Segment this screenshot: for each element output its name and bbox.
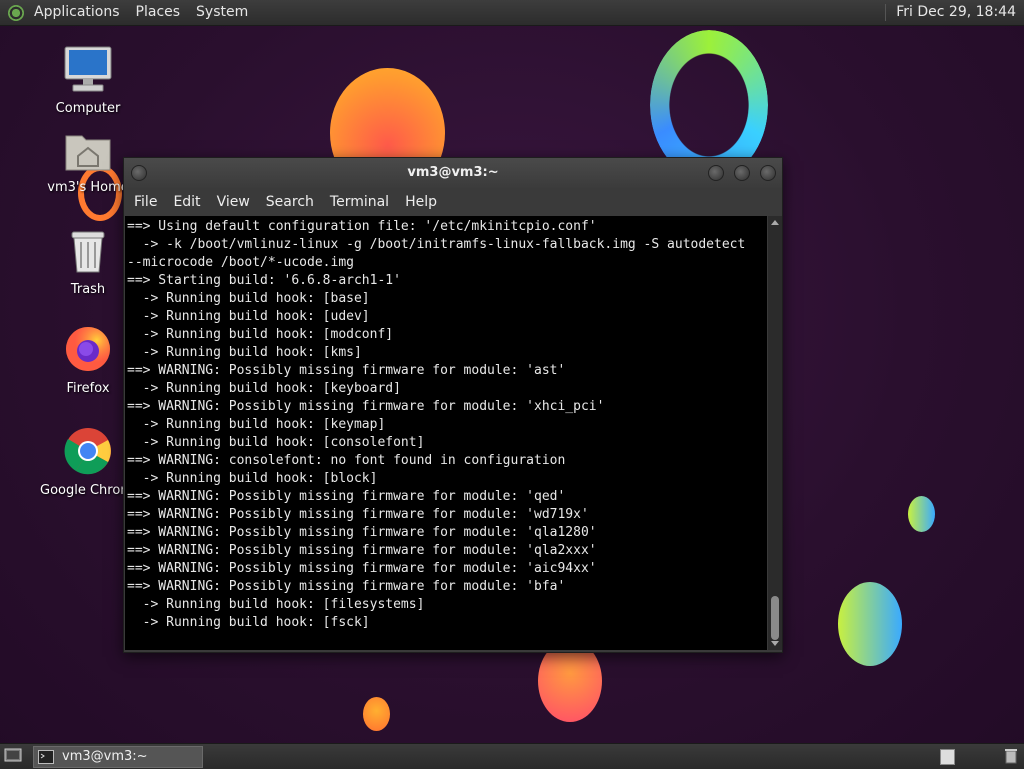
- menu-file[interactable]: File: [128, 194, 163, 210]
- trash-icon: [71, 231, 105, 273]
- desktop-icon-label: Computer: [55, 101, 121, 116]
- menu-search[interactable]: Search: [260, 194, 320, 210]
- terminal-line: ==> WARNING: Possibly missing firmware f…: [127, 399, 605, 414]
- wallpaper-green-blue-orb-small: [908, 496, 935, 532]
- top-panel: Applications Places System Fri Dec 29, 1…: [0, 0, 1024, 26]
- menu-help[interactable]: Help: [399, 194, 443, 210]
- menu-terminal[interactable]: Terminal: [324, 194, 395, 210]
- wallpaper-green-blue-orb: [838, 582, 902, 666]
- desktop-icon-chrome[interactable]: Google Chrome: [40, 427, 141, 498]
- desktop-icon-firefox[interactable]: Firefox: [40, 325, 136, 396]
- desktop-icon-home[interactable]: vm3's Home: [40, 128, 136, 195]
- scroll-down-icon[interactable]: [771, 641, 779, 646]
- distro-logo-icon[interactable]: [8, 4, 24, 21]
- terminal-line: -> Running build hook: [block]: [127, 471, 378, 486]
- terminal-line: -> Running build hook: [udev]: [127, 309, 370, 324]
- desktop-icon-label: Google Chrome: [40, 483, 141, 498]
- chrome-icon: [64, 428, 111, 475]
- terminal-line: -> Running build hook: [consolefont]: [127, 435, 425, 450]
- terminal-line: ==> WARNING: Possibly missing firmware f…: [127, 363, 566, 378]
- terminal-line: ==> Using default configuration file: '/…: [127, 219, 597, 234]
- minimize-button[interactable]: [708, 165, 724, 181]
- workspace-switcher[interactable]: [940, 749, 955, 765]
- desktop-icon-label: Firefox: [66, 381, 110, 396]
- terminal-line: -> Running build hook: [keyboard]: [127, 381, 401, 396]
- terminal-line: ==> WARNING: consolefont: no font found …: [127, 453, 566, 468]
- terminal-line: ==> WARNING: Possibly missing firmware f…: [127, 579, 566, 594]
- system-menu[interactable]: System: [188, 0, 256, 25]
- taskbar-task-terminal[interactable]: vm3@vm3:~: [33, 746, 203, 768]
- terminal-window[interactable]: vm3@vm3:~ File Edit View Search Terminal…: [123, 157, 783, 653]
- menu-view[interactable]: View: [211, 194, 256, 210]
- terminal-line: -> Running build hook: [modconf]: [127, 327, 394, 342]
- terminal-line: --microcode /boot/*-ucode.img: [127, 255, 354, 270]
- wallpaper-orange-dot: [363, 697, 390, 731]
- terminal-lines: ==> Using default configuration file: '/…: [125, 216, 767, 632]
- desktop-icon-trash[interactable]: Trash: [40, 228, 136, 297]
- desktop-icon-label: vm3's Home: [47, 180, 129, 195]
- terminal-line: -> Running build hook: [fsck]: [127, 615, 370, 630]
- terminal-icon: [38, 750, 54, 764]
- bottom-panel: vm3@vm3:~: [0, 743, 1024, 769]
- scroll-up-icon[interactable]: [771, 220, 779, 225]
- terminal-line: ==> WARNING: Possibly missing firmware f…: [127, 525, 597, 540]
- window-menu-icon[interactable]: [131, 165, 147, 181]
- computer-icon: [64, 46, 112, 92]
- trash-applet-icon[interactable]: [1003, 748, 1019, 764]
- title-bar[interactable]: vm3@vm3:~: [124, 158, 782, 188]
- terminal-output[interactable]: ==> Using default configuration file: '/…: [125, 216, 767, 650]
- desktop-icon-computer[interactable]: Computer: [40, 45, 136, 116]
- clock[interactable]: Fri Dec 29, 18:44: [885, 4, 1020, 21]
- scroll-thumb[interactable]: [771, 596, 779, 640]
- terminal-line: -> Running build hook: [keymap]: [127, 417, 386, 432]
- terminal-line: -> Running build hook: [filesystems]: [127, 597, 425, 612]
- terminal-line: -> -k /boot/vmlinuz-linux -g /boot/initr…: [127, 237, 746, 252]
- home-folder-icon: [65, 135, 111, 171]
- terminal-line: ==> WARNING: Possibly missing firmware f…: [127, 507, 589, 522]
- menu-edit[interactable]: Edit: [167, 194, 206, 210]
- terminal-line: -> Running build hook: [kms]: [127, 345, 362, 360]
- taskbar-task-label: vm3@vm3:~: [62, 749, 148, 764]
- terminal-line: ==> WARNING: Possibly missing firmware f…: [127, 561, 597, 576]
- terminal-line: ==> WARNING: Possibly missing firmware f…: [127, 543, 597, 558]
- terminal-line: ==> Starting build: '6.6.8-arch1-1': [127, 273, 401, 288]
- firefox-icon: [66, 327, 110, 371]
- maximize-button[interactable]: [734, 165, 750, 181]
- close-button[interactable]: [760, 165, 776, 181]
- places-menu[interactable]: Places: [128, 0, 189, 25]
- desktop-icon-label: Trash: [70, 282, 106, 297]
- terminal-scrollbar[interactable]: [768, 216, 782, 650]
- terminal-line: -> Running build hook: [base]: [127, 291, 370, 306]
- show-desktop-icon[interactable]: [4, 748, 22, 764]
- terminal-line: ==> WARNING: Possibly missing firmware f…: [127, 489, 566, 504]
- applications-menu[interactable]: Applications: [26, 0, 128, 25]
- window-title: vm3@vm3:~: [407, 165, 499, 180]
- terminal-menu-bar: File Edit View Search Terminal Help: [124, 188, 782, 215]
